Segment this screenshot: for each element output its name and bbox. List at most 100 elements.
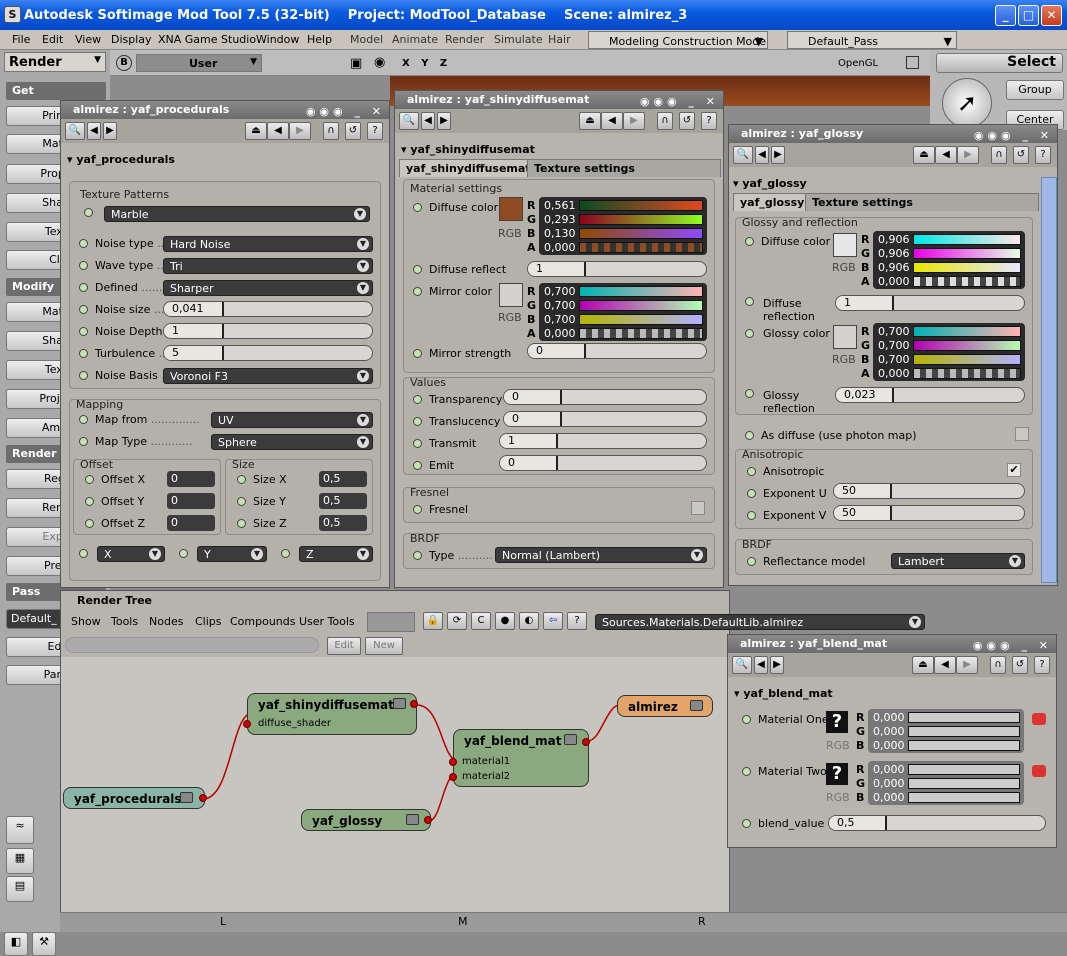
material-two-anim-icon[interactable] [742,767,751,776]
menu-animate[interactable]: Animate [392,33,438,46]
diffuse-g-value[interactable]: 0,293 [542,213,578,226]
menu-window[interactable]: Window [256,33,299,46]
menu-hair[interactable]: Hair [548,33,571,46]
prev-icon[interactable]: ◀ [421,112,435,130]
emit-slider[interactable]: 0 [499,455,707,471]
forward-icon[interactable]: ▶ [289,122,311,140]
cube-icon[interactable]: ◧ [4,932,28,956]
fcurve-icon[interactable]: ▦ [6,848,34,874]
mirror-r-bar[interactable] [579,286,703,297]
load-preset-icon[interactable]: ⏏ [245,122,267,140]
viewport-b-icon[interactable]: B [116,55,132,71]
material-one-question-icon[interactable]: ? [826,711,848,733]
node-glossy-icon[interactable] [406,814,419,825]
transparency-anim-icon[interactable] [413,395,422,404]
as-diffuse-anim-icon[interactable] [745,431,754,440]
rt-bomb-icon[interactable]: ◐ [519,612,539,630]
diffuse-b-bar[interactable] [579,228,703,239]
material-one-g-bar[interactable] [908,726,1020,737]
node-blend-input1[interactable] [449,758,457,766]
lock-icon[interactable]: ∩ [990,656,1006,674]
translucency-anim-icon[interactable] [413,417,422,426]
menu-xna[interactable]: XNA Game Studio [158,33,256,46]
node-shiny-icon[interactable] [393,698,406,709]
mirror-b-bar[interactable] [579,314,703,325]
help-icon[interactable]: ? [701,112,717,130]
node-procedurals-icon[interactable] [180,792,193,803]
turbulence-anim-icon[interactable] [79,349,88,358]
menu-display[interactable]: Display [111,33,152,46]
offset-y-field[interactable]: 0 [167,493,215,509]
schematic-icon[interactable]: ▤ [6,876,34,902]
minimize-button[interactable]: _ [995,5,1016,26]
pattern-dropdown[interactable]: Marble ▼ [104,206,370,222]
glossy-color-sliders[interactable]: 0,700 0,700 0,700 0,000 [873,323,1025,381]
search-icon[interactable]: 🔍 [732,656,752,674]
map-type-anim-icon[interactable] [79,437,88,446]
noise-type-dropdown[interactable]: Hard Noise ▼ [163,236,373,252]
help-icon[interactable]: ? [367,122,383,140]
material-one-anim-icon[interactable] [742,715,751,724]
mirror-a-bar[interactable] [579,328,703,339]
group-button[interactable]: Group [1006,80,1064,100]
node-glossy-output[interactable] [424,816,432,824]
toolbar-select[interactable]: Render ▼ [4,52,106,72]
menu-edit[interactable]: Edit [42,33,63,46]
search-icon[interactable]: 🔍 [65,122,85,140]
menu-render[interactable]: Render [445,33,484,46]
help-icon[interactable]: ? [1035,146,1051,164]
glossy-diffuse-a-value[interactable]: 0,000 [876,275,912,288]
material-one-g[interactable]: 0,000 [871,725,907,738]
glossy-color-g-value[interactable]: 0,700 [876,339,912,352]
material-two-connect-icon[interactable] [1032,765,1046,777]
node-blend-mat[interactable]: yaf_blend_mat material1 material2 [449,729,590,787]
rt-menu-show[interactable]: Show [71,615,101,628]
wave-type-anim-icon[interactable] [79,261,88,270]
mirror-color-sliders[interactable]: 0,700 0,700 0,700 0,000 [539,283,707,341]
material-two-g[interactable]: 0,000 [871,777,907,790]
anisotropic-checkbox[interactable]: ✔ [1007,463,1021,477]
mirror-color-anim-icon[interactable] [413,287,422,296]
offset-z-anim-icon[interactable] [85,519,94,528]
rt-menu-nodes[interactable]: Nodes [149,615,183,628]
diffuse-g-bar[interactable] [579,214,703,225]
size-x-anim-icon[interactable] [237,475,246,484]
offset-z-field[interactable]: 0 [167,515,215,531]
search-icon[interactable]: 🔍 [733,146,753,164]
tab-shinydiffusemat[interactable]: yaf_shinydiffusemat [399,159,538,177]
mode-select[interactable]: Modeling Construction Mode ▼ [588,31,768,49]
material-two-b-bar[interactable] [908,792,1020,803]
forward-icon[interactable]: ▶ [623,112,645,130]
node-blend-input2[interactable] [449,773,457,781]
brdf-type-dropdown[interactable]: Normal (Lambert) ▼ [495,547,707,563]
rt-menu-tools[interactable]: Tools [111,615,138,628]
glossy-color-r-value[interactable]: 0,700 [876,325,912,338]
wave-type-dropdown[interactable]: Tri ▼ [163,258,373,274]
node-blend-icon[interactable] [564,734,577,745]
size-y-anim-icon[interactable] [237,497,246,506]
rt-search-field[interactable] [65,637,319,653]
exponent-u-slider[interactable]: 50 [833,483,1025,499]
rt-lock-icon[interactable]: 🔒 [423,612,443,630]
transparency-slider[interactable]: 0 [503,389,707,405]
blend-value-anim-icon[interactable] [742,819,751,828]
glossy-color-a-value[interactable]: 0,000 [876,367,912,380]
mirror-g-value[interactable]: 0,700 [542,299,578,312]
help-icon[interactable]: ? [1034,656,1050,674]
eye-icon[interactable]: ◉ [374,55,385,70]
load-preset-icon[interactable]: ⏏ [912,656,934,674]
rt-menu-user-tools[interactable]: User Tools [299,615,355,628]
node-shinydiffusemat[interactable]: yaf_shinydiffusemat diffuse_shader [243,693,418,735]
as-diffuse-checkbox[interactable] [1015,427,1029,441]
material-two-r[interactable]: 0,000 [871,763,907,776]
translucency-slider[interactable]: 0 [503,411,707,427]
diffuse-reflect-anim-icon[interactable] [413,265,422,274]
menu-file[interactable]: File [12,33,30,46]
axis-z-dropdown[interactable]: Z ▼ [299,546,373,562]
emit-anim-icon[interactable] [413,461,422,470]
node-shiny-input-port[interactable] [243,720,251,728]
back-icon[interactable]: ◀ [601,112,623,130]
glossy-diffuse-anim-icon[interactable] [745,237,754,246]
node-glossy[interactable]: yaf_glossy [301,809,432,831]
node-shiny-output-port[interactable] [410,700,418,708]
